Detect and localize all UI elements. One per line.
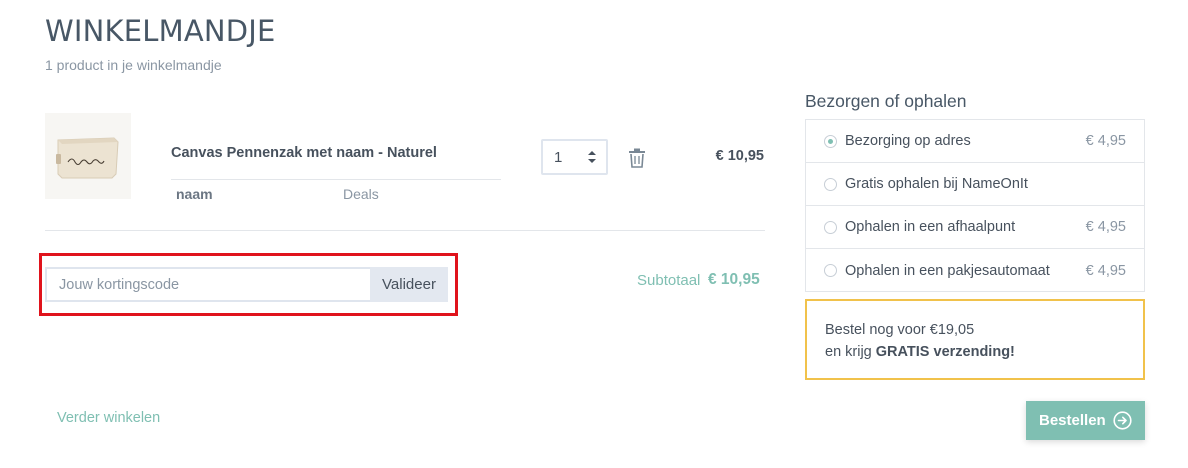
radio-selected[interactable]: [824, 134, 837, 148]
delivery-title: Bezorgen of ophalen: [805, 91, 967, 111]
product-name[interactable]: Canvas Pennenzak met naam - Naturel: [171, 145, 437, 161]
option-value: Deals: [343, 186, 379, 202]
option-label: naam: [176, 186, 213, 202]
delivery-option-label: Ophalen in een afhaalpunt: [845, 219, 1016, 235]
delivery-option-pickup-point[interactable]: Ophalen in een afhaalpunt € 4,95: [806, 206, 1144, 249]
order-button[interactable]: Bestellen: [1026, 401, 1145, 440]
free-shipping-notice: Bestel nog voor €19,05 en krijg GRATIS v…: [805, 299, 1145, 380]
delivery-option-price: € 4,95: [1085, 262, 1126, 279]
quantity-select[interactable]: 1: [541, 139, 608, 175]
quantity-value: 1: [554, 148, 563, 166]
delivery-option-parcel-locker[interactable]: Ophalen in een pakjesautomaat € 4,95: [806, 249, 1144, 292]
cart-count: 1 product in je winkelmandje: [45, 57, 222, 73]
delivery-option-address[interactable]: Bezorging op adres € 4,95: [806, 120, 1144, 163]
delivery-option-label: Ophalen in een pakjesautomaat: [845, 262, 1050, 279]
promo-line-2-bold: GRATIS verzending!: [875, 344, 1015, 360]
product-divider: [171, 179, 501, 180]
product-image[interactable]: [45, 113, 131, 199]
subtotal-label: Subtotaal: [637, 272, 701, 289]
delivery-options: Bezorging op adres € 4,95 Gratis ophalen…: [805, 119, 1145, 292]
continue-shopping-link[interactable]: Verder winkelen: [57, 410, 160, 426]
delivery-option-price: € 4,95: [1085, 219, 1126, 235]
validate-coupon-button[interactable]: Valideer: [370, 267, 448, 302]
promo-line-2-prefix: en krijg: [825, 344, 876, 360]
delivery-option-label: Gratis ophalen bij NameOnIt: [845, 176, 1028, 192]
line-price: € 10,95: [715, 148, 764, 164]
updown-icon: [588, 151, 596, 163]
delivery-option-price: € 4,95: [1085, 133, 1126, 149]
subtotal-value: € 10,95: [708, 271, 760, 288]
pencil-case-image: [56, 137, 119, 179]
radio-unselected[interactable]: [824, 264, 837, 277]
promo-line-1: Bestel nog voor €19,05: [825, 322, 975, 338]
trash-icon: [629, 148, 645, 168]
page-title: WINKELMANDJE: [45, 14, 276, 48]
delivery-option-label: Bezorging op adres: [845, 133, 971, 149]
promo-line-2: en krijg GRATIS verzending!: [825, 341, 1125, 363]
radio-unselected[interactable]: [824, 220, 837, 234]
order-button-label: Bestellen: [1039, 412, 1106, 429]
delivery-option-pickup-store[interactable]: Gratis ophalen bij NameOnIt: [806, 163, 1144, 206]
delete-item-button[interactable]: [628, 148, 646, 173]
coupon-input[interactable]: [45, 267, 371, 302]
radio-unselected[interactable]: [824, 177, 837, 191]
arrow-right-circle-icon: [1113, 411, 1132, 430]
cart-divider: [45, 230, 765, 231]
